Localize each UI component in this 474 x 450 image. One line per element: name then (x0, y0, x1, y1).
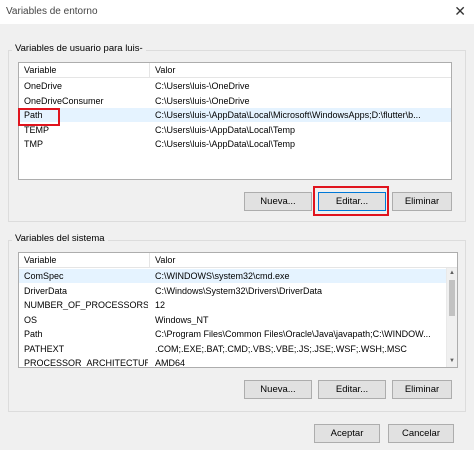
system-delete-button[interactable]: Eliminar (392, 380, 452, 399)
user-edit-button[interactable]: Editar... (318, 192, 386, 211)
system-variable-variable-value: 12 (155, 300, 166, 310)
user-delete-button[interactable]: Eliminar (392, 192, 452, 211)
window-title: Variables de entorno (6, 6, 98, 17)
system-variable-variable-name: NUMBER_OF_PROCESSORS (24, 300, 148, 310)
user-variable-variable-name: TMP (24, 139, 43, 149)
user-variable-variable-name: OneDriveConsumer (24, 95, 104, 106)
user-variable-variable-name: OneDrive (24, 81, 63, 91)
system-variable-variable-value: Windows_NT (155, 314, 209, 325)
system-variable-variable-value: AMD64 (155, 358, 186, 368)
system-variable-row[interactable]: PATHEXT .COM;.EXE;.BAT;.CMD;.VBS;.VBE;.JS… (19, 342, 446, 356)
column-header-variable[interactable]: Variable (24, 65, 56, 75)
system-variable-variable-name: DriverData (24, 285, 68, 296)
system-variable-variable-value: .COM;.EXE;.BAT;.CMD;.VBS;.VBE;.JS;.JSE;.… (155, 343, 407, 354)
user-variable-variable-value: C:\Users\luis-\AppData\Local\Temp (155, 124, 296, 135)
system-variable-row[interactable]: NUMBER_OF_PROCESSORS 12 (19, 298, 446, 312)
system-variable-variable-name: PATHEXT (24, 343, 65, 354)
accept-button[interactable]: Aceptar (314, 424, 380, 443)
system-variable-row[interactable]: PROCESSOR_ARCHITECTURE AMD64 (19, 356, 446, 368)
system-variable-row[interactable]: DriverData C:\Windows\System32\Drivers\Dr… (19, 284, 446, 298)
system-variable-variable-value: C:\Windows\System32\Drivers\DriverData (155, 285, 323, 296)
user-variable-variable-value: C:\Users\luis-\OneDrive (155, 95, 250, 106)
vertical-scrollbar[interactable]: ▲ ▼ (446, 268, 457, 367)
user-variables-header: Variable Valor (19, 63, 451, 78)
user-variable-variable-value: C:\Users\luis-\OneDrive (155, 81, 250, 91)
system-variables-label: Variables del sistema (12, 233, 108, 244)
system-variable-variable-name: Path (24, 329, 43, 339)
system-variable-row[interactable]: Path C:\Program Files\Common Files\Oracle… (19, 327, 446, 341)
user-variable-row[interactable]: OneDrive C:\Users\luis-\OneDrive (19, 79, 451, 93)
column-header-value[interactable]: Valor (155, 65, 175, 75)
scroll-down-icon[interactable]: ▼ (447, 356, 457, 367)
user-variable-variable-name: Path (24, 110, 43, 120)
user-variables-list[interactable]: Variable Valor OneDrive C:\Users\luis-\On… (18, 62, 452, 180)
user-variable-row[interactable]: TMP C:\Users\luis-\AppData\Local\Temp (19, 137, 451, 151)
column-header-variable[interactable]: Variable (24, 255, 56, 265)
system-new-button[interactable]: Nueva... (244, 380, 312, 399)
user-variable-row[interactable]: TEMP C:\Users\luis-\AppData\Local\Temp (19, 123, 451, 137)
system-variables-header: Variable Valor (19, 253, 457, 268)
user-new-button[interactable]: Nueva... (244, 192, 312, 211)
system-variables-list[interactable]: Variable Valor ComSpec C:\WINDOWS\system3… (18, 252, 458, 368)
system-variable-row[interactable]: OS Windows_NT (19, 313, 446, 327)
system-variable-row[interactable]: ComSpec C:\WINDOWS\system32\cmd.exe (19, 269, 446, 283)
title-bar: Variables de entorno ✕ (0, 0, 474, 24)
user-variables-label: Variables de usuario para luis- (12, 43, 146, 54)
user-variable-variable-value: C:\Users\luis-\AppData\Local\Microsoft\W… (155, 110, 421, 120)
scroll-up-icon[interactable]: ▲ (447, 268, 457, 279)
user-variable-row[interactable]: OneDriveConsumer C:\Users\luis-\OneDrive (19, 94, 451, 108)
scroll-thumb[interactable] (449, 280, 455, 316)
close-icon[interactable]: ✕ (454, 3, 466, 19)
system-edit-button[interactable]: Editar... (318, 380, 386, 399)
system-variable-variable-value: C:\WINDOWS\system32\cmd.exe (155, 271, 290, 281)
cancel-button[interactable]: Cancelar (388, 424, 454, 443)
system-variable-variable-name: PROCESSOR_ARCHITECTURE (24, 358, 148, 368)
user-variable-variable-value: C:\Users\luis-\AppData\Local\Temp (155, 139, 296, 149)
system-variable-variable-name: ComSpec (24, 271, 64, 281)
system-variable-variable-name: OS (24, 314, 38, 325)
column-header-value[interactable]: Valor (155, 255, 175, 265)
user-variable-row[interactable]: Path C:\Users\luis-\AppData\Local\Microso… (19, 108, 451, 122)
system-variable-variable-value: C:\Program Files\Common Files\Oracle\Jav… (155, 329, 431, 339)
user-variable-variable-name: TEMP (24, 124, 50, 135)
